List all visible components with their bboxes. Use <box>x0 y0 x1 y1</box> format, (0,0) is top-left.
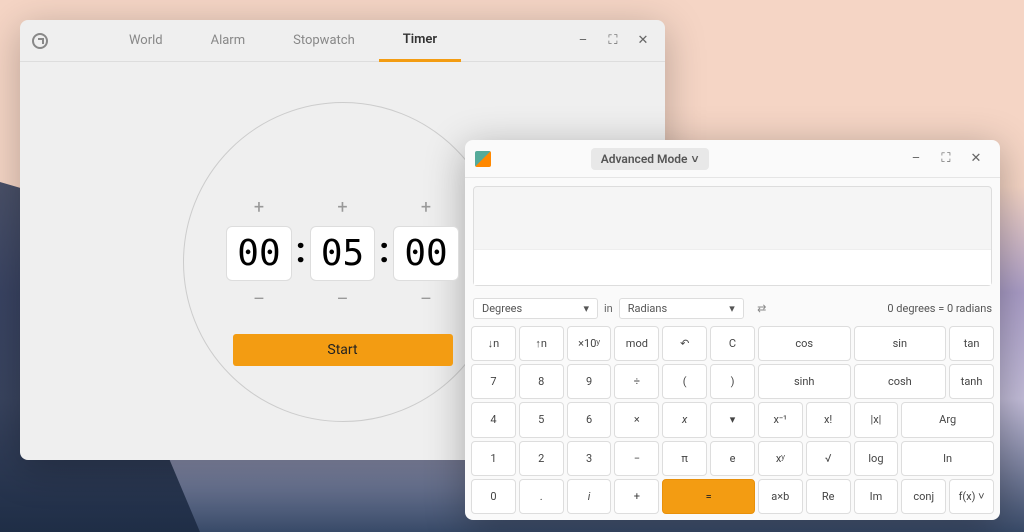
btn-tan[interactable]: tan <box>949 326 994 361</box>
btn-7[interactable]: 7 <box>471 364 516 399</box>
btn-sin[interactable]: sin <box>854 326 947 361</box>
tab-alarm[interactable]: Alarm <box>187 20 270 62</box>
minutes-increment[interactable]: + <box>327 197 357 218</box>
tab-stopwatch[interactable]: Stopwatch <box>269 20 379 62</box>
maximize-button[interactable]: ⛶ <box>605 33 621 49</box>
clocks-window-controls: – ⛶ ✕ <box>575 33 657 49</box>
minutes-decrement[interactable]: – <box>327 289 357 310</box>
btn-cosh[interactable]: cosh <box>854 364 947 399</box>
btn-sqrt[interactable]: √ <box>806 441 851 476</box>
btn-mod[interactable]: mod <box>614 326 659 361</box>
btn-i[interactable]: i <box>567 479 612 514</box>
mode-label: Advanced Mode <box>601 152 688 166</box>
seconds-increment[interactable]: + <box>411 197 441 218</box>
btn-cos[interactable]: cos <box>758 326 851 361</box>
btn-9[interactable]: 9 <box>567 364 612 399</box>
btn-8[interactable]: 8 <box>519 364 564 399</box>
btn-sinh[interactable]: sinh <box>758 364 851 399</box>
btn-equals[interactable]: = <box>662 479 755 514</box>
x-label: x <box>682 413 687 426</box>
btn-1[interactable]: 1 <box>471 441 516 476</box>
hours-box[interactable]: 00 <box>226 226 291 281</box>
btn-abs[interactable]: |x| <box>854 402 899 437</box>
close-button[interactable]: ✕ <box>635 33 651 49</box>
chevron-down-icon: ˅ <box>692 152 699 166</box>
btn-4[interactable]: 4 <box>471 402 516 437</box>
calc-app-icon <box>475 151 491 167</box>
btn-memory-dropdown[interactable]: ▾ <box>710 402 755 437</box>
angle-conversion-row: Degrees ▾ in Radians ▾ ⇄ 0 degrees = 0 r… <box>465 294 1000 323</box>
btn-2[interactable]: 2 <box>519 441 564 476</box>
seconds-box[interactable]: 00 <box>393 226 458 281</box>
btn-shift-up[interactable]: ↑n <box>519 326 564 361</box>
btn-e[interactable]: e <box>710 441 755 476</box>
btn-0[interactable]: 0 <box>471 479 516 514</box>
start-button[interactable]: Start <box>233 334 453 366</box>
chevron-down-icon: ▾ <box>583 302 589 315</box>
btn-re[interactable]: Re <box>806 479 851 514</box>
btn-undo[interactable]: ↶ <box>662 326 707 361</box>
clocks-tabs: World Alarm Stopwatch Timer <box>105 20 461 62</box>
btn-ln[interactable]: ln <box>901 441 994 476</box>
btn-axb[interactable]: a×b <box>758 479 803 514</box>
btn-lparen[interactable]: ( <box>662 364 707 399</box>
colon: : <box>296 229 306 277</box>
hours-decrement[interactable]: – <box>244 289 274 310</box>
btn-log[interactable]: log <box>854 441 899 476</box>
btn-times-10y[interactable]: ×10ʸ <box>567 326 612 361</box>
in-label: in <box>604 302 613 315</box>
btn-clear[interactable]: C <box>710 326 755 361</box>
display-input[interactable] <box>474 249 991 285</box>
btn-arg[interactable]: Arg <box>901 402 994 437</box>
swap-button[interactable]: ⇄ <box>750 299 774 319</box>
close-button[interactable]: ✕ <box>968 151 984 167</box>
hours-increment[interactable]: + <box>244 197 274 218</box>
angle-to-select[interactable]: Radians ▾ <box>619 298 744 319</box>
minimize-button[interactable]: – <box>908 151 924 167</box>
btn-shift-down[interactable]: ↓n <box>471 326 516 361</box>
btn-tanh[interactable]: tanh <box>949 364 994 399</box>
display-history <box>474 187 991 249</box>
calc-titlebar: Advanced Mode ˅ – ⛶ ✕ <box>465 140 1000 178</box>
calc-keypad: ↓n ↑n ×10ʸ mod ↶ C cos sin tan 7 8 9 ÷ (… <box>465 323 1000 520</box>
angle-to-label: Radians <box>628 302 667 315</box>
btn-x-inverse[interactable]: x⁻¹ <box>758 402 803 437</box>
btn-multiply[interactable]: × <box>614 402 659 437</box>
mode-dropdown[interactable]: Advanced Mode ˅ <box>591 148 709 170</box>
minutes-box[interactable]: 05 <box>310 226 375 281</box>
tab-timer[interactable]: Timer <box>379 20 461 62</box>
btn-divide[interactable]: ÷ <box>614 364 659 399</box>
btn-3[interactable]: 3 <box>567 441 612 476</box>
angle-from-label: Degrees <box>482 302 522 315</box>
btn-plus[interactable]: + <box>614 479 659 514</box>
btn-pi[interactable]: π <box>662 441 707 476</box>
colon: : <box>379 229 389 277</box>
btn-rparen[interactable]: ) <box>710 364 755 399</box>
btn-conj[interactable]: conj <box>901 479 946 514</box>
angle-from-select[interactable]: Degrees ▾ <box>473 298 598 319</box>
clocks-titlebar: World Alarm Stopwatch Timer – ⛶ ✕ <box>20 20 665 62</box>
minimize-button[interactable]: – <box>575 33 591 49</box>
btn-x[interactable]: x <box>662 402 707 437</box>
btn-minus[interactable]: − <box>614 441 659 476</box>
maximize-button[interactable]: ⛶ <box>938 151 954 167</box>
i-label: i <box>588 490 591 503</box>
calc-window-controls: – ⛶ ✕ <box>908 151 990 167</box>
timer-time-row: + 00 – : + 05 – : + 00 – <box>226 197 458 310</box>
btn-im[interactable]: Im <box>854 479 899 514</box>
btn-5[interactable]: 5 <box>519 402 564 437</box>
calc-display[interactable] <box>473 186 992 286</box>
clocks-app-icon <box>32 33 48 49</box>
btn-factorial[interactable]: x! <box>806 402 851 437</box>
tab-world[interactable]: World <box>105 20 187 62</box>
btn-decimal[interactable]: . <box>519 479 564 514</box>
btn-fx[interactable]: f(x) ˅ <box>949 479 994 514</box>
seconds-decrement[interactable]: – <box>411 289 441 310</box>
btn-6[interactable]: 6 <box>567 402 612 437</box>
calculator-window: Advanced Mode ˅ – ⛶ ✕ Degrees ▾ in Radia… <box>465 140 1000 520</box>
chevron-down-icon: ▾ <box>729 302 735 315</box>
angle-result: 0 degrees = 0 radians <box>887 302 992 315</box>
btn-x-pow-y[interactable]: xʸ <box>758 441 803 476</box>
